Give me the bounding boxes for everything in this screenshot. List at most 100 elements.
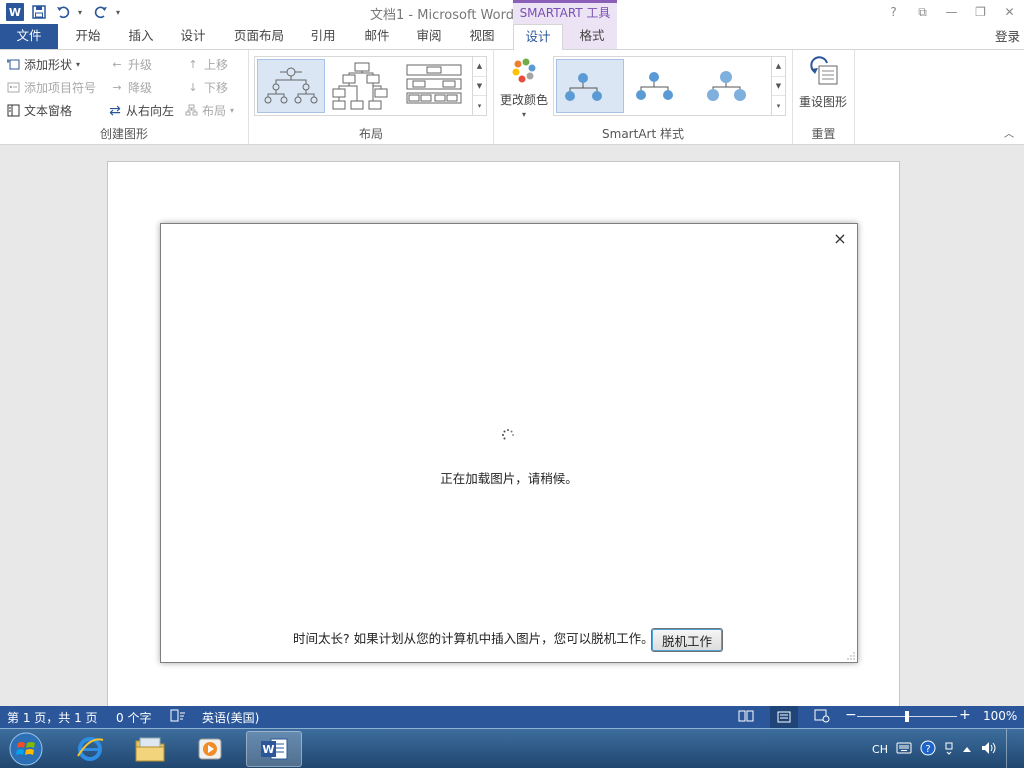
work-offline-button[interactable]: 脱机工作 xyxy=(651,628,723,652)
group-label-create-graphic: 创建图形 xyxy=(99,127,148,141)
system-tray: CH ? xyxy=(872,729,1016,768)
styles-gallery-more-icon[interactable]: ▾ xyxy=(772,96,785,115)
resize-grip-icon[interactable] xyxy=(847,652,855,660)
add-bullet-button[interactable]: 添加项目符号 xyxy=(6,79,96,96)
group-label-reset: 重置 xyxy=(811,127,836,141)
move-down-button[interactable]: ↓ 下移 xyxy=(186,79,228,96)
zoom-in-button[interactable]: + xyxy=(959,707,971,723)
minimize-icon[interactable]: — xyxy=(937,0,966,24)
loading-spinner-icon xyxy=(502,429,514,440)
right-to-left-label: 从右向左 xyxy=(126,104,175,118)
web-layout-icon[interactable] xyxy=(814,709,830,726)
tab-references[interactable]: 引用 xyxy=(300,24,346,49)
windows-logo-icon xyxy=(9,732,43,766)
read-mode-icon[interactable] xyxy=(738,709,754,726)
taskbar-word[interactable]: W xyxy=(246,731,302,767)
add-shape-label: 添加形状 xyxy=(24,58,73,72)
style-option-subtle-effect[interactable] xyxy=(700,59,768,113)
sign-in-link[interactable]: 登录 xyxy=(995,26,1020,45)
text-pane-label: 文本窗格 xyxy=(24,104,73,118)
tab-file[interactable]: 文件 xyxy=(0,24,58,49)
tab-view[interactable]: 视图 xyxy=(459,24,505,49)
taskbar-media-player[interactable] xyxy=(182,731,238,767)
proofing-icon[interactable] xyxy=(170,709,186,726)
restore-icon[interactable]: ❐ xyxy=(966,0,995,24)
start-button[interactable] xyxy=(6,731,46,767)
ime-help-icon[interactable]: ? xyxy=(920,740,936,759)
layout-option-hierarchy[interactable] xyxy=(257,59,325,113)
palette-icon xyxy=(510,58,538,89)
add-shape-button[interactable]: 添加形状 ▾ xyxy=(6,56,80,73)
collapse-ribbon-icon[interactable]: ︿ xyxy=(1004,125,1014,140)
show-hidden-icons-icon[interactable] xyxy=(962,743,972,756)
layouts-gallery-scroll: ▲ ▼ ▾ xyxy=(472,57,486,115)
styles-gallery-up-icon[interactable]: ▲ xyxy=(772,57,785,77)
right-to-left-button[interactable]: ⇄ 从右向左 xyxy=(108,102,174,119)
layout-option-table-hierarchy[interactable] xyxy=(401,59,469,113)
page-count[interactable]: 第 1 页，共 1 页 xyxy=(7,709,98,726)
smartart-tools-label: SMARTART 工具 xyxy=(513,0,617,24)
gallery-more-icon[interactable]: ▾ xyxy=(473,96,486,115)
group-reset: 重设图形 重置 xyxy=(793,50,855,144)
promote-label: 升级 xyxy=(128,58,153,72)
layouts-gallery: ▲ ▼ ▾ xyxy=(254,56,487,116)
add-shape-icon xyxy=(6,58,20,72)
zoom-out-button[interactable]: − xyxy=(845,707,857,723)
print-layout-icon[interactable] xyxy=(770,706,798,728)
insert-picture-dialog: × 正在加载图片，请稍候。 时间太长? 如果计划从您的计算机中插入图片，您可以脱… xyxy=(160,223,858,663)
tab-smartart-format[interactable]: 格式 xyxy=(567,24,617,49)
offline-hint-text: 时间太长? 如果计划从您的计算机中插入图片，您可以脱机工作。 xyxy=(293,631,654,646)
volume-icon[interactable] xyxy=(980,740,998,759)
close-window-icon[interactable]: ✕ xyxy=(995,0,1024,24)
group-layouts: ▲ ▼ ▾ 布局 xyxy=(249,50,494,144)
demote-button[interactable]: → 降级 xyxy=(110,79,152,96)
move-down-label: 下移 xyxy=(204,81,229,95)
tab-page-layout[interactable]: 页面布局 xyxy=(224,24,294,49)
internet-explorer-icon xyxy=(77,737,104,761)
tab-home[interactable]: 开始 xyxy=(64,24,112,49)
group-label-smartart-styles: SmartArt 样式 xyxy=(602,127,684,141)
window-title: 文档1 - Microsoft Word xyxy=(370,8,514,23)
styles-gallery-down-icon[interactable]: ▼ xyxy=(772,77,785,97)
show-desktop-button[interactable] xyxy=(1006,729,1016,768)
tab-design[interactable]: 设计 xyxy=(170,24,216,49)
taskbar-file-explorer[interactable] xyxy=(122,731,178,767)
move-up-label: 上移 xyxy=(204,58,229,72)
tab-mailings[interactable]: 邮件 xyxy=(354,24,400,49)
zoom-level[interactable]: 100% xyxy=(983,709,1017,723)
arrow-up-icon: ↑ xyxy=(188,58,198,71)
promote-button[interactable]: ← 升级 xyxy=(110,56,152,73)
text-pane-button[interactable]: 文本窗格 xyxy=(6,102,72,119)
tab-review[interactable]: 审阅 xyxy=(406,24,452,49)
change-colors-button[interactable]: 更改颜色 ▾ xyxy=(500,58,548,119)
move-up-button[interactable]: ↑ 上移 xyxy=(186,56,228,73)
ribbon-tabs: 文件 开始 插入 设计 页面布局 引用 邮件 审阅 视图 设计 格式 登录 xyxy=(0,24,1024,50)
ime-indicator[interactable]: CH xyxy=(872,743,888,756)
language-indicator[interactable]: 英语(美国) xyxy=(202,709,259,726)
reset-graphic-button[interactable]: 重设图形 xyxy=(799,56,847,110)
ime-options-icon[interactable] xyxy=(944,740,954,759)
svg-text:?: ? xyxy=(925,744,930,755)
loading-message: 正在加载图片，请稍候。 xyxy=(440,471,578,486)
taskbar-internet-explorer[interactable] xyxy=(62,731,118,767)
word-count[interactable]: 0 个字 xyxy=(116,709,151,726)
zoom-slider-thumb[interactable] xyxy=(905,711,909,722)
keyboard-icon[interactable] xyxy=(896,742,912,757)
layout-option-org-chart[interactable] xyxy=(329,59,397,113)
reset-graphic-icon xyxy=(807,56,839,89)
style-option-white-outline[interactable] xyxy=(628,59,696,113)
tab-insert[interactable]: 插入 xyxy=(118,24,164,49)
org-layout-icon xyxy=(184,104,198,118)
word-taskbar-icon: W xyxy=(261,738,288,760)
help-icon[interactable]: ? xyxy=(879,0,908,24)
dialog-close-icon[interactable]: × xyxy=(831,230,849,248)
title-bar: W ▾ ▾ 文档1 - Microsoft Word SMARTART 工具 ?… xyxy=(0,0,1024,24)
gallery-down-icon[interactable]: ▼ xyxy=(473,77,486,97)
gallery-up-icon[interactable]: ▲ xyxy=(473,57,486,77)
ribbon-display-options-icon[interactable]: ⧉ xyxy=(908,0,937,24)
tab-smartart-design[interactable]: 设计 xyxy=(513,24,563,50)
layout-button[interactable]: 布局 ▾ xyxy=(184,102,234,119)
window-controls: ? ⧉ — ❐ ✕ xyxy=(879,0,1024,24)
style-option-simple-fill[interactable] xyxy=(556,59,624,113)
right-to-left-icon: ⇄ xyxy=(109,102,121,119)
